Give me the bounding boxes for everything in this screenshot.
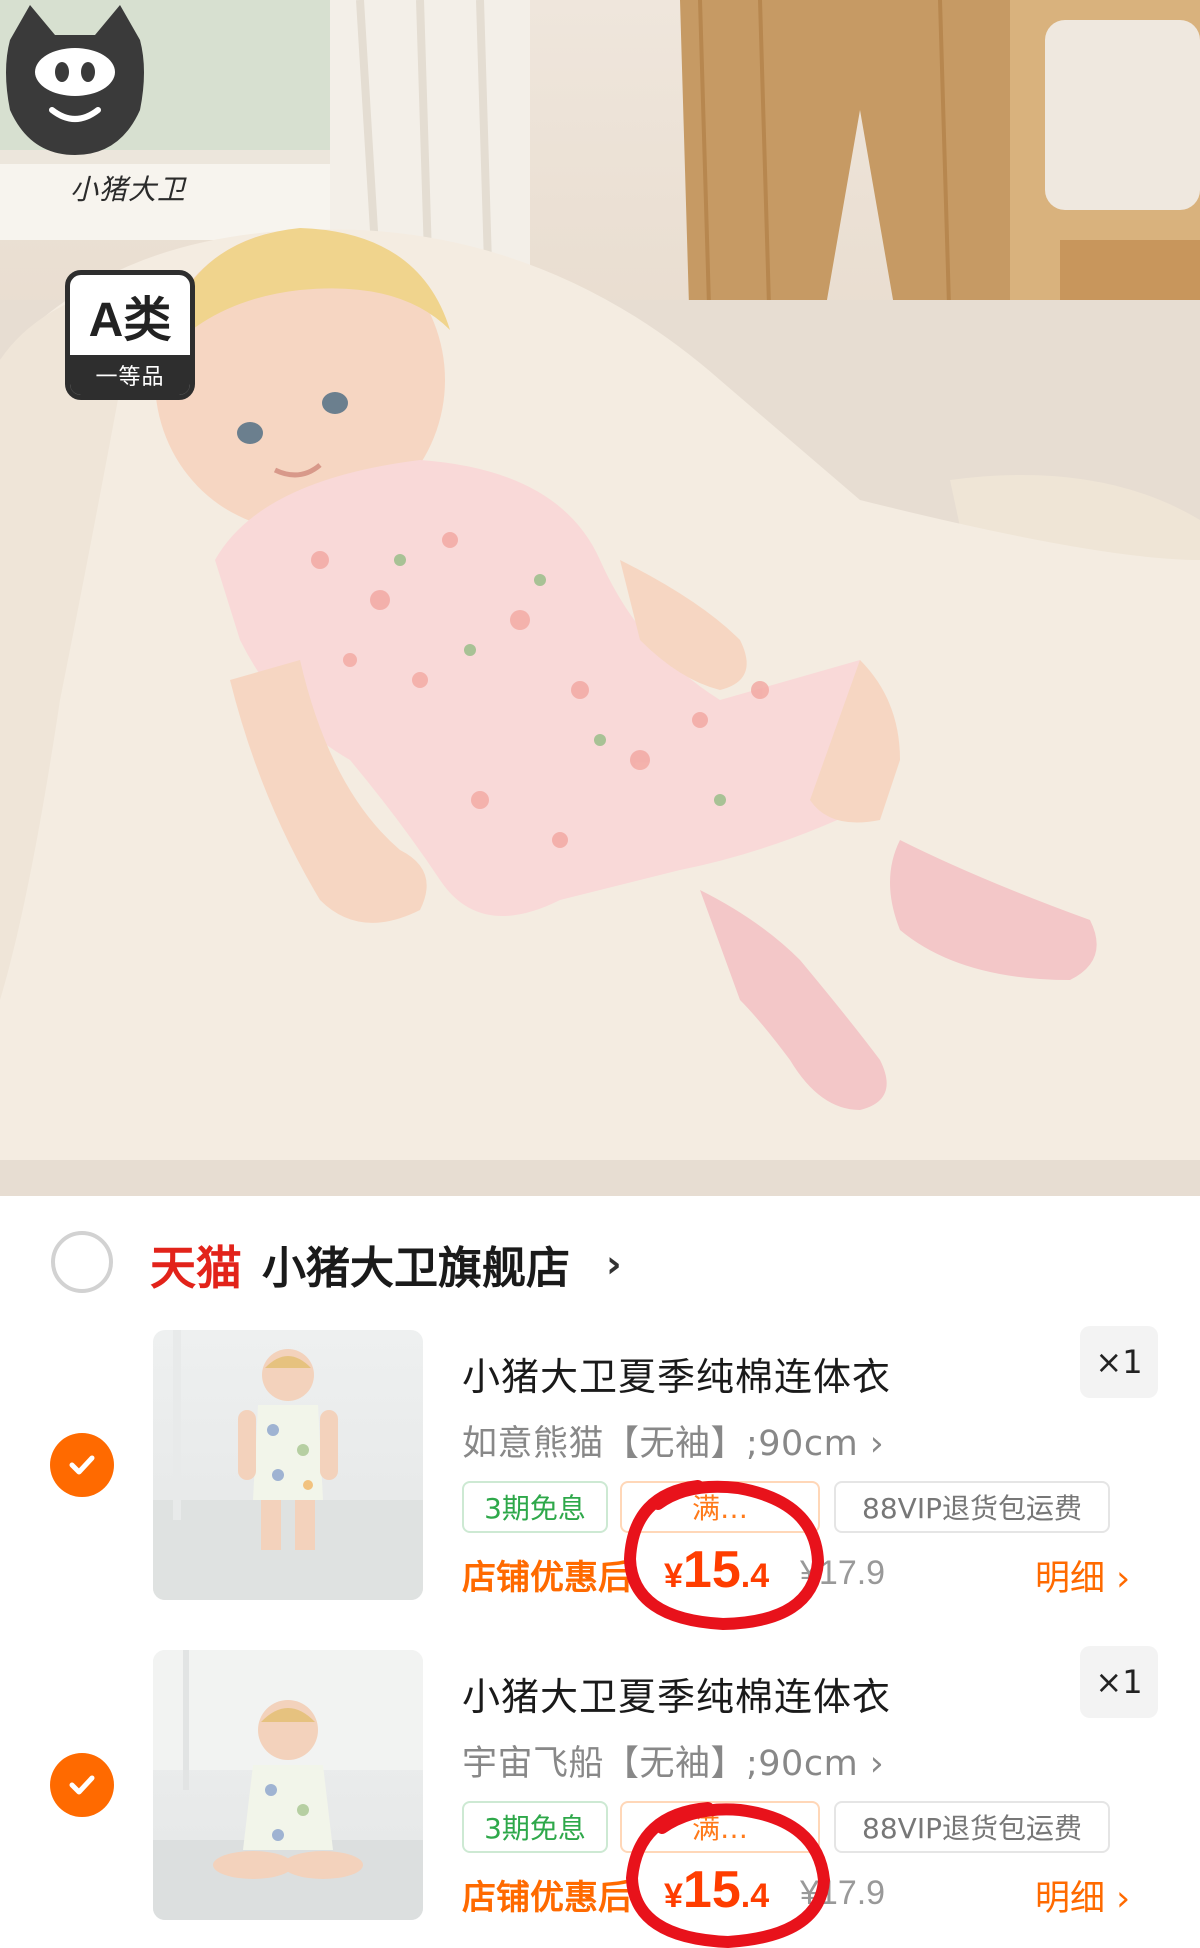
shop-discount-label: 店铺优惠后 [462,1878,632,1918]
check-circle-icon[interactable] [50,1433,114,1497]
grade-badge: A类 一等品 [65,270,195,400]
radio-unchecked-icon[interactable] [51,1231,113,1293]
cart-item[interactable]: 小猪大卫夏季纯棉连体衣 ×1 宇宙飞船【无袖】;90cm › 3期免息 满… 8… [0,1646,1200,1948]
product-spec-selector[interactable]: 宇宙飞船【无袖】;90cm › [462,1735,884,1786]
shop-name-link[interactable]: 小猪大卫旗舰店 [262,1232,570,1296]
product-title[interactable]: 小猪大卫夏季纯棉连体衣 [462,1666,891,1721]
vip-return-tag: 88VIP退货包运费 [834,1481,1110,1533]
pig-face-icon [6,5,144,155]
price-integer: 15 [682,1861,741,1919]
price-detail-link[interactable]: 明细 › [1035,1870,1130,1921]
original-price: ¥17.9 [800,1874,886,1912]
installment-tag: 3期免息 [462,1481,608,1533]
cart-item[interactable]: 小猪大卫夏季纯棉连体衣 ×1 如意熊猫【无袖】;90cm › 3期免息 满… 8… [0,1326,1200,1646]
quantity-stepper[interactable]: ×1 [1080,1326,1158,1398]
discounted-price: ¥15.4 [664,1860,769,1920]
currency-symbol: ¥ [664,1877,683,1915]
check-icon [69,1455,95,1475]
check-icon [69,1775,95,1795]
grade-badge-top: A类 [88,294,172,347]
price-decimal: .4 [740,1557,770,1595]
chevron-right-icon[interactable]: › [606,1242,622,1286]
original-price: ¥17.9 [800,1554,886,1592]
quantity-stepper[interactable]: ×1 [1080,1646,1158,1718]
shop-discount-label: 店铺优惠后 [462,1558,632,1598]
baby-sitting-romper-image [153,1650,423,1920]
check-circle-icon[interactable] [50,1753,114,1817]
grade-badge-bottom: 一等品 [70,355,190,395]
brand-name: 小猪大卫 [69,173,186,206]
price-detail-link[interactable]: 明细 › [1035,1550,1130,1601]
product-spec-selector[interactable]: 如意熊猫【无袖】;90cm › [462,1415,884,1466]
price-decimal: .4 [740,1877,770,1915]
price-integer: 15 [682,1541,741,1599]
currency-symbol: ¥ [664,1557,683,1595]
installment-tag: 3期免息 [462,1801,608,1853]
promo-tag: 满… [620,1481,820,1533]
product-hero-image: 小猪大卫 A类 一等品 [0,0,1200,1196]
baby-sleeveless-romper-image [153,1330,423,1600]
product-thumbnail[interactable] [153,1330,423,1600]
product-thumbnail[interactable] [153,1650,423,1920]
discounted-price: ¥15.4 [664,1540,769,1600]
shop-header-row[interactable]: 天猫 小猪大卫旗舰店 › [0,1196,1200,1326]
promo-tag: 满… [620,1801,820,1853]
vip-return-tag: 88VIP退货包运费 [834,1801,1110,1853]
tmall-label: 天猫 [150,1241,242,1295]
product-title[interactable]: 小猪大卫夏季纯棉连体衣 [462,1346,891,1401]
